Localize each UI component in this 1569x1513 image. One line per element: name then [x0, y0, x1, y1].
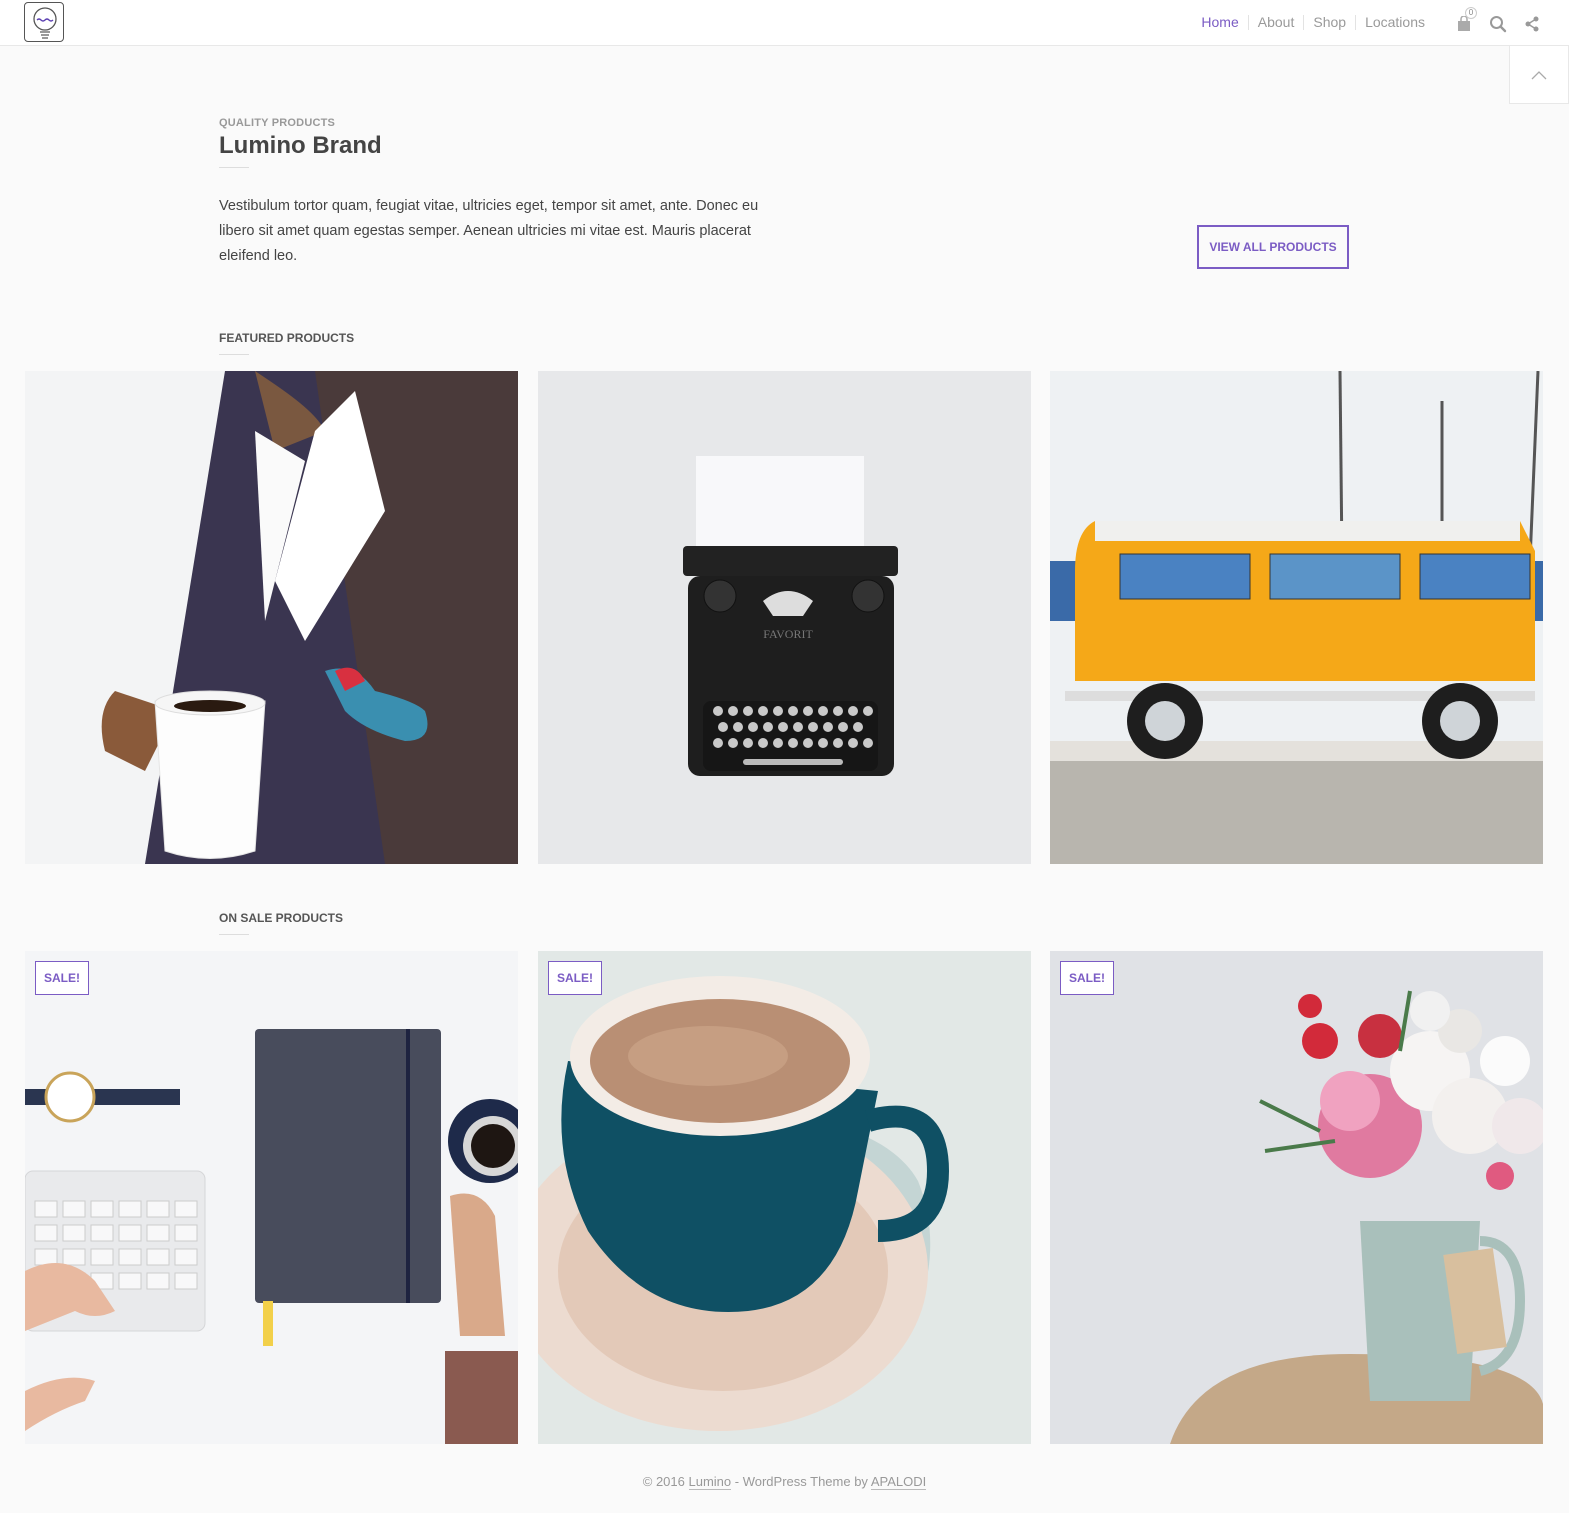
- cart-count-badge: 0: [1465, 7, 1477, 19]
- product-van[interactable]: [1050, 371, 1543, 864]
- site-footer: © 2016 Lumino - WordPress Theme by APALO…: [0, 1474, 1569, 1490]
- chevron-up-icon: [1531, 70, 1547, 79]
- search-button[interactable]: [1481, 10, 1515, 38]
- search-icon: [1490, 16, 1507, 33]
- cart-button[interactable]: 0: [1447, 7, 1481, 38]
- nav-about[interactable]: About: [1249, 15, 1305, 30]
- view-all-products-button[interactable]: VIEW ALL PRODUCTS: [1197, 225, 1349, 269]
- sale-badge: SALE!: [548, 961, 602, 995]
- featured-products-heading: FEATURED PRODUCTS: [219, 331, 355, 345]
- nav-home[interactable]: Home: [1192, 15, 1249, 30]
- intro-eyebrow: QUALITY PRODUCTS: [219, 117, 336, 129]
- svg-text:FAVORIT: FAVORIT: [763, 627, 813, 641]
- share-button[interactable]: [1515, 10, 1549, 38]
- back-to-top-button[interactable]: [1509, 46, 1569, 104]
- intro-text: Vestibulum tortor quam, feugiat vitae, u…: [219, 198, 759, 264]
- product-flowers[interactable]: SALE!: [1050, 951, 1543, 1444]
- product-coffee-cup[interactable]: SALE!: [538, 951, 1031, 1444]
- footer-site-link[interactable]: Lumino: [688, 1474, 732, 1490]
- share-icon: [1525, 16, 1539, 32]
- product-coffee-man[interactable]: [25, 371, 518, 864]
- on-sale-divider: [219, 934, 249, 935]
- footer-author-link[interactable]: APALODI: [870, 1474, 927, 1490]
- footer-copyright: © 2016: [642, 1474, 689, 1489]
- sale-badge: SALE!: [1060, 961, 1114, 995]
- lightbulb-logo-icon[interactable]: [24, 2, 64, 42]
- footer-credit: - WordPress Theme by: [731, 1474, 871, 1489]
- on-sale-products-heading: ON SALE PRODUCTS: [219, 911, 344, 925]
- header-icons: 0: [1447, 7, 1549, 38]
- product-notebook[interactable]: SALE!: [25, 951, 518, 1444]
- site-header: Home About Shop Locations 0: [0, 0, 1569, 46]
- page-title: Lumino Brand: [219, 132, 382, 159]
- product-typewriter[interactable]: FAVORIT: [538, 371, 1031, 864]
- nav-shop[interactable]: Shop: [1304, 15, 1357, 30]
- main-nav: Home About Shop Locations: [1192, 15, 1434, 30]
- featured-divider: [219, 354, 249, 355]
- title-divider: [219, 167, 249, 168]
- sale-badge: SALE!: [35, 961, 89, 995]
- nav-locations[interactable]: Locations: [1356, 15, 1434, 30]
